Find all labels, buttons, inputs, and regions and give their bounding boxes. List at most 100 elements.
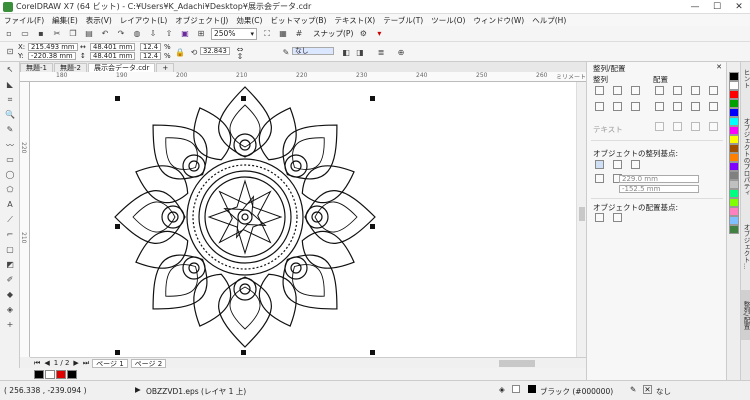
- vtab-object-properties[interactable]: オブジェクトのプロパティ: [741, 102, 750, 212]
- menu-effects[interactable]: 効果(C): [236, 15, 262, 26]
- text-tool-icon[interactable]: A: [3, 200, 17, 212]
- vertical-scrollbar[interactable]: [576, 82, 586, 357]
- vtab-align-distribute[interactable]: 整列/配置: [741, 290, 750, 340]
- drawing-canvas[interactable]: [30, 82, 586, 357]
- align-right-icon[interactable]: [631, 86, 640, 95]
- launch-dropdown-icon[interactable]: ▾: [373, 28, 385, 40]
- minimize-button[interactable]: —: [684, 0, 706, 14]
- color-swatch-white[interactable]: [729, 81, 739, 90]
- parallel-dimension-icon[interactable]: ⟋: [3, 215, 17, 227]
- selection-handle-bl[interactable]: [115, 350, 120, 355]
- freehand-tool-icon[interactable]: ✎: [3, 125, 17, 137]
- rotate-icon[interactable]: ⟲: [188, 46, 200, 58]
- smart-fill-icon[interactable]: ◈: [3, 305, 17, 317]
- vertical-scroll-thumb[interactable]: [579, 207, 585, 221]
- menu-view[interactable]: 表示(V): [86, 15, 112, 26]
- selection-handle-br[interactable]: [370, 350, 375, 355]
- distribute-bottom-icon[interactable]: [709, 102, 718, 111]
- color-swatch-chartreuse[interactable]: [729, 198, 739, 207]
- palette-scroll-up-icon[interactable]: [727, 62, 740, 72]
- play-icon[interactable]: ▶: [135, 385, 141, 394]
- new-tab-button[interactable]: +: [156, 63, 175, 72]
- to-back-icon[interactable]: ◨: [354, 46, 366, 58]
- maximize-button[interactable]: ☐: [706, 0, 728, 14]
- to-front-icon[interactable]: ◧: [340, 46, 352, 58]
- next-page-icon[interactable]: ▶: [73, 359, 78, 367]
- distribute-center-h-icon[interactable]: [673, 86, 682, 95]
- menu-bitmaps[interactable]: ビットマップ(B): [270, 15, 326, 26]
- menu-help[interactable]: ヘルプ(H): [532, 15, 566, 26]
- distribute-center-v-icon[interactable]: [673, 102, 682, 111]
- color-swatch-gray[interactable]: [729, 171, 739, 180]
- rectangle-tool-icon[interactable]: ▭: [3, 155, 17, 167]
- tab-untitled-1[interactable]: 無題-1: [20, 63, 53, 72]
- zoom-level-select[interactable]: 250%: [211, 27, 257, 40]
- vtab-objects[interactable]: オブジェクト...: [741, 217, 750, 277]
- scale-x-field[interactable]: 12.4: [140, 43, 162, 51]
- menu-object[interactable]: オブジェクト(J): [175, 15, 228, 26]
- interactive-fill-icon[interactable]: ◆: [3, 290, 17, 302]
- align-bottom-icon[interactable]: [631, 102, 640, 111]
- polygon-tool-icon[interactable]: ⬠: [3, 185, 17, 197]
- show-rulers-icon[interactable]: ▦: [277, 28, 289, 40]
- last-page-icon[interactable]: ⏭: [83, 359, 89, 368]
- undo-icon[interactable]: ↶: [99, 28, 111, 40]
- tab-exhibition-data[interactable]: 展示会データ.cdr: [87, 63, 156, 72]
- height-field[interactable]: ↕ 48.401 mm: [80, 52, 136, 60]
- color-swatch-violet[interactable]: [729, 162, 739, 171]
- selection-handle-bc[interactable]: [241, 350, 246, 355]
- ellipse-tool-icon[interactable]: ◯: [3, 170, 17, 182]
- reference-x-field[interactable]: 229.0 mm: [619, 175, 699, 183]
- color-swatch-blue[interactable]: [729, 108, 739, 117]
- scale-y-field[interactable]: 12.4: [140, 52, 162, 60]
- page-center-ref-icon[interactable]: [631, 160, 640, 169]
- save-icon[interactable]: ▪: [35, 28, 47, 40]
- color-swatch-green[interactable]: [729, 99, 739, 108]
- first-page-icon[interactable]: ⏮: [34, 359, 40, 368]
- import-icon[interactable]: ⇩: [147, 28, 159, 40]
- color-swatch-spring-green[interactable]: [729, 189, 739, 198]
- copy-icon[interactable]: ❐: [67, 28, 79, 40]
- color-swatch-red[interactable]: [729, 90, 739, 99]
- menu-tools[interactable]: ツール(O): [431, 15, 465, 26]
- mandala-drawing[interactable]: [30, 82, 586, 357]
- outline-width-select[interactable]: なし: [292, 47, 334, 55]
- color-swatch-pink[interactable]: [729, 207, 739, 216]
- outline-pen-icon[interactable]: ✎: [280, 46, 292, 58]
- palette-swatch-red[interactable]: [56, 369, 66, 379]
- page-tab-1[interactable]: ページ 1: [92, 358, 128, 368]
- align-center-v-icon[interactable]: [613, 102, 622, 111]
- search-content-icon[interactable]: ◍: [131, 28, 143, 40]
- color-swatch-sky[interactable]: [729, 216, 739, 225]
- horizontal-scroll-thumb[interactable]: [499, 359, 536, 367]
- palette-swatch-white[interactable]: [45, 369, 55, 379]
- export-icon[interactable]: ⇧: [163, 28, 175, 40]
- corel-connect-icon[interactable]: ▣: [179, 28, 191, 40]
- extent-of-page-icon[interactable]: [613, 213, 622, 222]
- shape-tool-icon[interactable]: ◣: [3, 80, 17, 92]
- align-center-h-icon[interactable]: [613, 86, 622, 95]
- x-position-field[interactable]: X: 215.493 mm: [18, 43, 78, 51]
- lock-ratio-icon[interactable]: 🔒: [174, 46, 186, 58]
- color-swatch-black[interactable]: [729, 72, 739, 81]
- pick-tool-icon[interactable]: ↖: [3, 65, 17, 77]
- wrap-text-icon[interactable]: ≣: [375, 46, 387, 58]
- redo-icon[interactable]: ↷: [115, 28, 127, 40]
- align-top-icon[interactable]: [595, 102, 604, 111]
- distribute-spacing-v-icon[interactable]: [691, 102, 700, 111]
- docker-close-icon[interactable]: ✕: [716, 63, 722, 71]
- vtab-hints[interactable]: ヒント: [741, 64, 750, 94]
- menu-window[interactable]: ウィンドウ(W): [473, 15, 524, 26]
- menu-edit[interactable]: 編集(E): [52, 15, 78, 26]
- color-swatch-olive[interactable]: [729, 225, 739, 234]
- selection-handle-ml[interactable]: [115, 224, 120, 229]
- distribute-left-icon[interactable]: [655, 86, 664, 95]
- tab-untitled-2[interactable]: 無題-2: [53, 63, 87, 72]
- text-first-baseline-icon[interactable]: [655, 122, 664, 131]
- transparency-tool-icon[interactable]: ◩: [3, 260, 17, 272]
- application-launcher-icon[interactable]: ⊞: [195, 28, 207, 40]
- distribute-right-icon[interactable]: [709, 86, 718, 95]
- selection-handle-mr[interactable]: [370, 224, 375, 229]
- width-field[interactable]: ↔ 48.401 mm: [80, 43, 136, 51]
- color-swatch-orange[interactable]: [729, 153, 739, 162]
